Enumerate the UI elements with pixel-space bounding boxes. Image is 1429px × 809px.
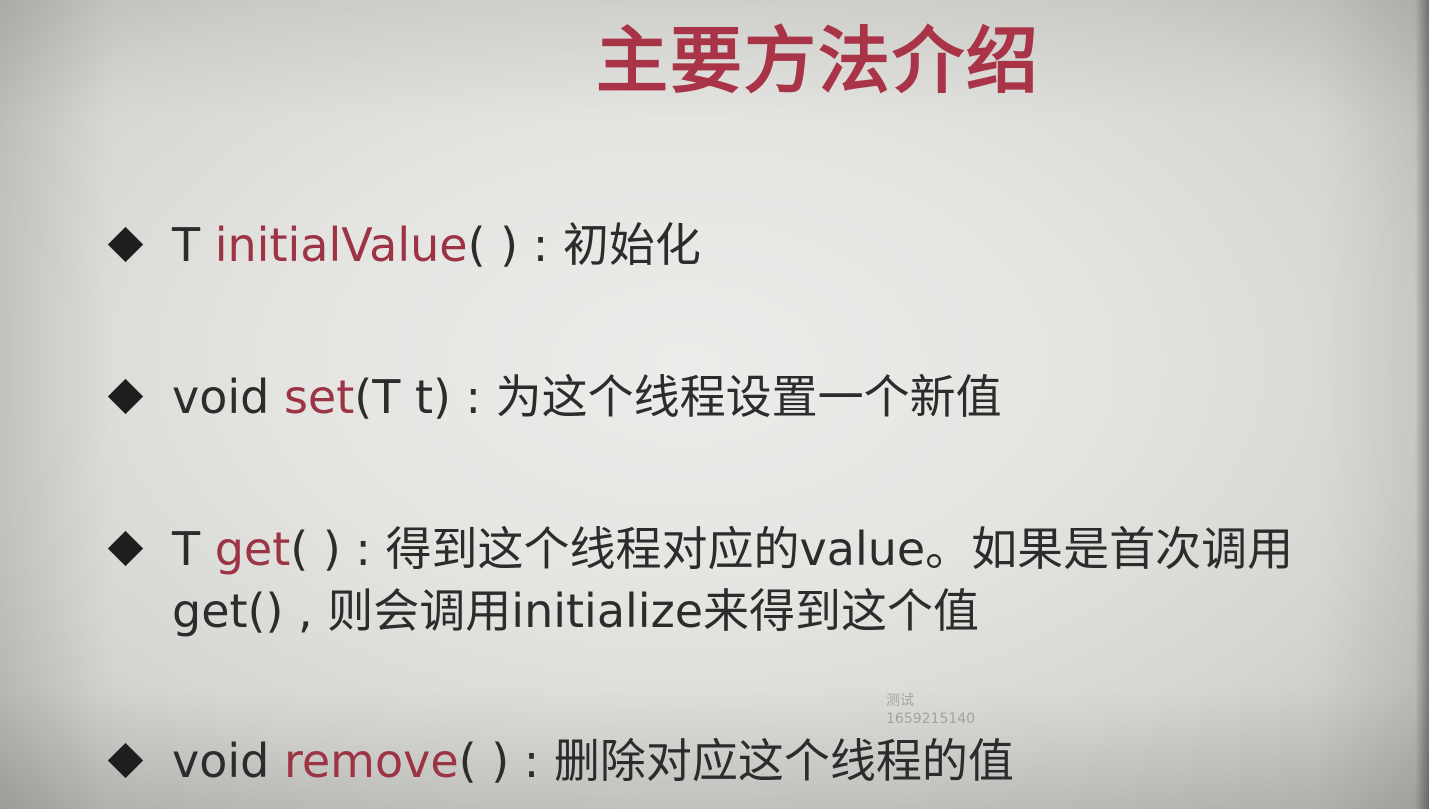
diamond-bullet-icon — [106, 518, 146, 580]
method-name: initialValue — [214, 218, 468, 272]
method-continuation-line: get() , 则会调用initialize来得到这个值 — [172, 584, 980, 638]
method-name: set — [283, 370, 355, 424]
diamond-bullet-icon — [106, 366, 146, 428]
method-return-type: T — [172, 522, 215, 576]
method-line: T get( ) : 得到这个线程对应的value。如果是首次调用 — [172, 518, 1293, 580]
diamond-bullet-icon — [106, 214, 146, 276]
method-name: remove — [283, 734, 459, 788]
method-item-initialvalue: T initialValue( ) : 初始化 — [106, 214, 701, 276]
method-return-type: void — [172, 370, 284, 424]
method-description: ( ) : 删除对应这个线程的值 — [458, 734, 1014, 788]
watermark: 测试 1659215140 — [886, 692, 975, 728]
diamond-bullet-icon — [106, 730, 146, 792]
method-line: void remove( ) : 删除对应这个线程的值 — [172, 730, 1014, 792]
watermark-line-2: 1659215140 — [886, 711, 976, 727]
watermark-line-1: 测试 — [886, 693, 914, 709]
method-return-type: T — [172, 218, 215, 272]
method-description: (T t) : 为这个线程设置一个新值 — [354, 370, 1002, 424]
method-return-type: void — [172, 734, 284, 788]
method-item-set: void set(T t) : 为这个线程设置一个新值 — [106, 366, 1002, 428]
method-name: get — [214, 522, 291, 576]
method-item-get: T get( ) : 得到这个线程对应的value。如果是首次调用 get() … — [106, 518, 1293, 642]
method-item-text: T initialValue( ) : 初始化 — [172, 214, 701, 276]
method-line: T initialValue( ) : 初始化 — [172, 214, 701, 276]
method-item-text: T get( ) : 得到这个线程对应的value。如果是首次调用 get() … — [172, 518, 1293, 642]
slide-title-container: 主要方法介绍 — [596, 16, 1076, 106]
method-item-text: void set(T t) : 为这个线程设置一个新值 — [172, 366, 1002, 428]
method-item-text: void remove( ) : 删除对应这个线程的值 — [172, 730, 1014, 792]
slide-title: 主要方法介绍 — [596, 19, 1041, 103]
method-line: void set(T t) : 为这个线程设置一个新值 — [172, 366, 1002, 428]
screen-edge-shadow — [1415, 0, 1429, 809]
method-description: ( ) : 初始化 — [467, 218, 701, 272]
method-item-remove: void remove( ) : 删除对应这个线程的值 — [106, 730, 1014, 792]
method-description: ( ) : 得到这个线程对应的value。如果是首次调用 — [290, 522, 1294, 576]
